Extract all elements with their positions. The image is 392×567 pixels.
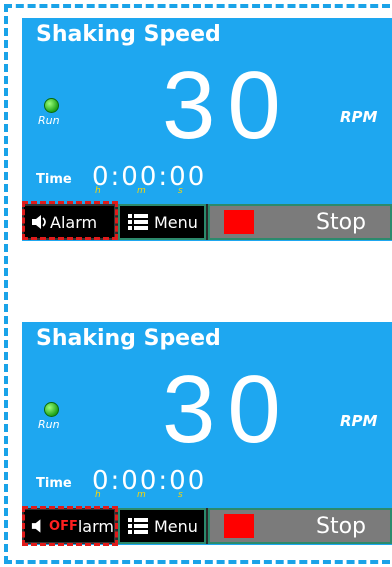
stop-button[interactable]: Stop [208, 204, 392, 240]
time-value: 0:00:00 [92, 466, 207, 496]
run-led-icon [44, 402, 59, 417]
hour-unit: h [95, 490, 101, 500]
list-icon [128, 518, 148, 534]
page-title: Shaking Speed [36, 326, 221, 351]
frame-left-border [4, 4, 8, 564]
rpm-label: RPM [340, 412, 378, 430]
second-unit: s [178, 186, 183, 196]
speed-value: 30 [162, 52, 293, 159]
menu-label: Menu [154, 516, 198, 536]
frame-bottom-border [4, 560, 390, 564]
run-label: Run [38, 114, 60, 127]
second-unit: s [178, 490, 183, 500]
run-label: Run [38, 418, 60, 431]
alarm-highlight-box [22, 201, 118, 240]
stop-button[interactable]: Stop [208, 508, 392, 544]
rpm-label: RPM [340, 108, 378, 126]
menu-label: Menu [154, 212, 198, 232]
stop-label: Stop [316, 209, 367, 235]
time-value: 0:00:00 [92, 162, 207, 192]
minute-unit: m [137, 186, 146, 196]
frame-top-border [4, 4, 390, 8]
stop-square-icon [224, 514, 254, 538]
page-title: Shaking Speed [36, 22, 221, 47]
stop-square-icon [224, 210, 254, 234]
menu-button[interactable]: Menu [118, 204, 206, 240]
run-led-icon [44, 98, 59, 113]
hour-unit: h [95, 186, 101, 196]
list-icon [128, 214, 148, 230]
time-label: Time [36, 172, 72, 187]
alarm-highlight-box [22, 506, 118, 546]
time-label: Time [36, 476, 72, 491]
minute-unit: m [137, 490, 146, 500]
menu-button[interactable]: Menu [118, 508, 206, 544]
stop-label: Stop [316, 513, 367, 539]
speed-value: 30 [162, 356, 293, 463]
